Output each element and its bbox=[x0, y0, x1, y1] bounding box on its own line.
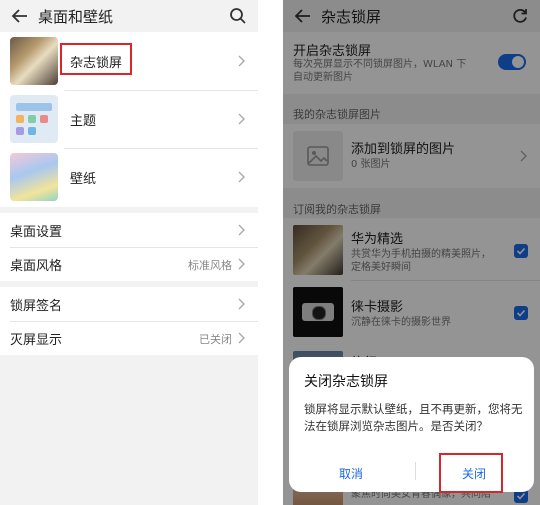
wallpaper-settings-screen: 桌面和壁纸 杂志锁屏 主题 壁纸 桌面设置 桌面风格 标准风格 锁屏签名 灭屏显… bbox=[0, 0, 258, 505]
chevron-right-icon bbox=[238, 113, 245, 125]
wallpaper-thumbnail bbox=[10, 153, 58, 201]
cancel-button[interactable]: 取消 bbox=[339, 465, 363, 482]
chevron-right-icon bbox=[238, 55, 245, 67]
setting-value: 标准风格 bbox=[188, 259, 232, 272]
theme-thumbnail bbox=[10, 95, 58, 143]
setting-label: 灭屏显示 bbox=[10, 333, 63, 348]
highlight-box bbox=[60, 43, 132, 75]
chevron-right-icon bbox=[238, 332, 245, 344]
button-separator bbox=[415, 462, 416, 480]
close-magazine-lock-dialog: 关闭杂志锁屏 锁屏将显示默认壁纸，且不再更新，您将无法在锁屏浏览杂志图片。是否关… bbox=[289, 357, 534, 493]
chevron-right-icon bbox=[238, 298, 245, 310]
list-item-label: 壁纸 bbox=[70, 172, 97, 187]
setting-row-desktop-style[interactable]: 桌面风格 标准风格 bbox=[0, 247, 258, 281]
magazine-lock-screen: 杂志锁屏 开启杂志锁屏 每次亮屏显示不同锁屏图片，WLAN 下 自动更新图片 我… bbox=[283, 0, 540, 505]
chevron-right-icon bbox=[238, 224, 245, 236]
list-item-label: 主题 bbox=[70, 114, 97, 129]
dialog-title: 关闭杂志锁屏 bbox=[304, 374, 388, 390]
top-bar: 桌面和壁纸 bbox=[0, 0, 258, 32]
setting-row-lockscreen-signature[interactable]: 锁屏签名 bbox=[0, 287, 258, 321]
wallpaper-options-card: 杂志锁屏 主题 壁纸 bbox=[0, 32, 258, 207]
setting-label: 桌面设置 bbox=[10, 225, 63, 240]
chevron-right-icon bbox=[238, 171, 245, 183]
dialog-message: 锁屏将显示默认壁纸，且不再更新，您将无法在锁屏浏览杂志图片。是否关闭？ bbox=[304, 402, 523, 433]
page-title: 桌面和壁纸 bbox=[38, 8, 114, 26]
lockscreen-settings-card: 锁屏签名 灭屏显示 已关闭 bbox=[0, 287, 258, 355]
back-arrow-icon[interactable] bbox=[10, 6, 30, 26]
list-item-theme[interactable]: 主题 bbox=[0, 90, 258, 148]
setting-label: 锁屏签名 bbox=[10, 299, 63, 314]
highlight-box bbox=[439, 453, 503, 493]
magazine-lock-thumbnail bbox=[10, 37, 58, 85]
list-item-wallpaper[interactable]: 壁纸 bbox=[0, 148, 258, 206]
home-settings-card: 桌面设置 桌面风格 标准风格 bbox=[0, 213, 258, 281]
setting-row-screen-off-display[interactable]: 灭屏显示 已关闭 bbox=[0, 321, 258, 355]
chevron-right-icon bbox=[238, 258, 245, 270]
setting-label: 桌面风格 bbox=[10, 259, 63, 274]
search-icon[interactable] bbox=[228, 6, 248, 26]
setting-row-desktop-settings[interactable]: 桌面设置 bbox=[0, 213, 258, 247]
setting-value: 已关闭 bbox=[199, 333, 232, 346]
